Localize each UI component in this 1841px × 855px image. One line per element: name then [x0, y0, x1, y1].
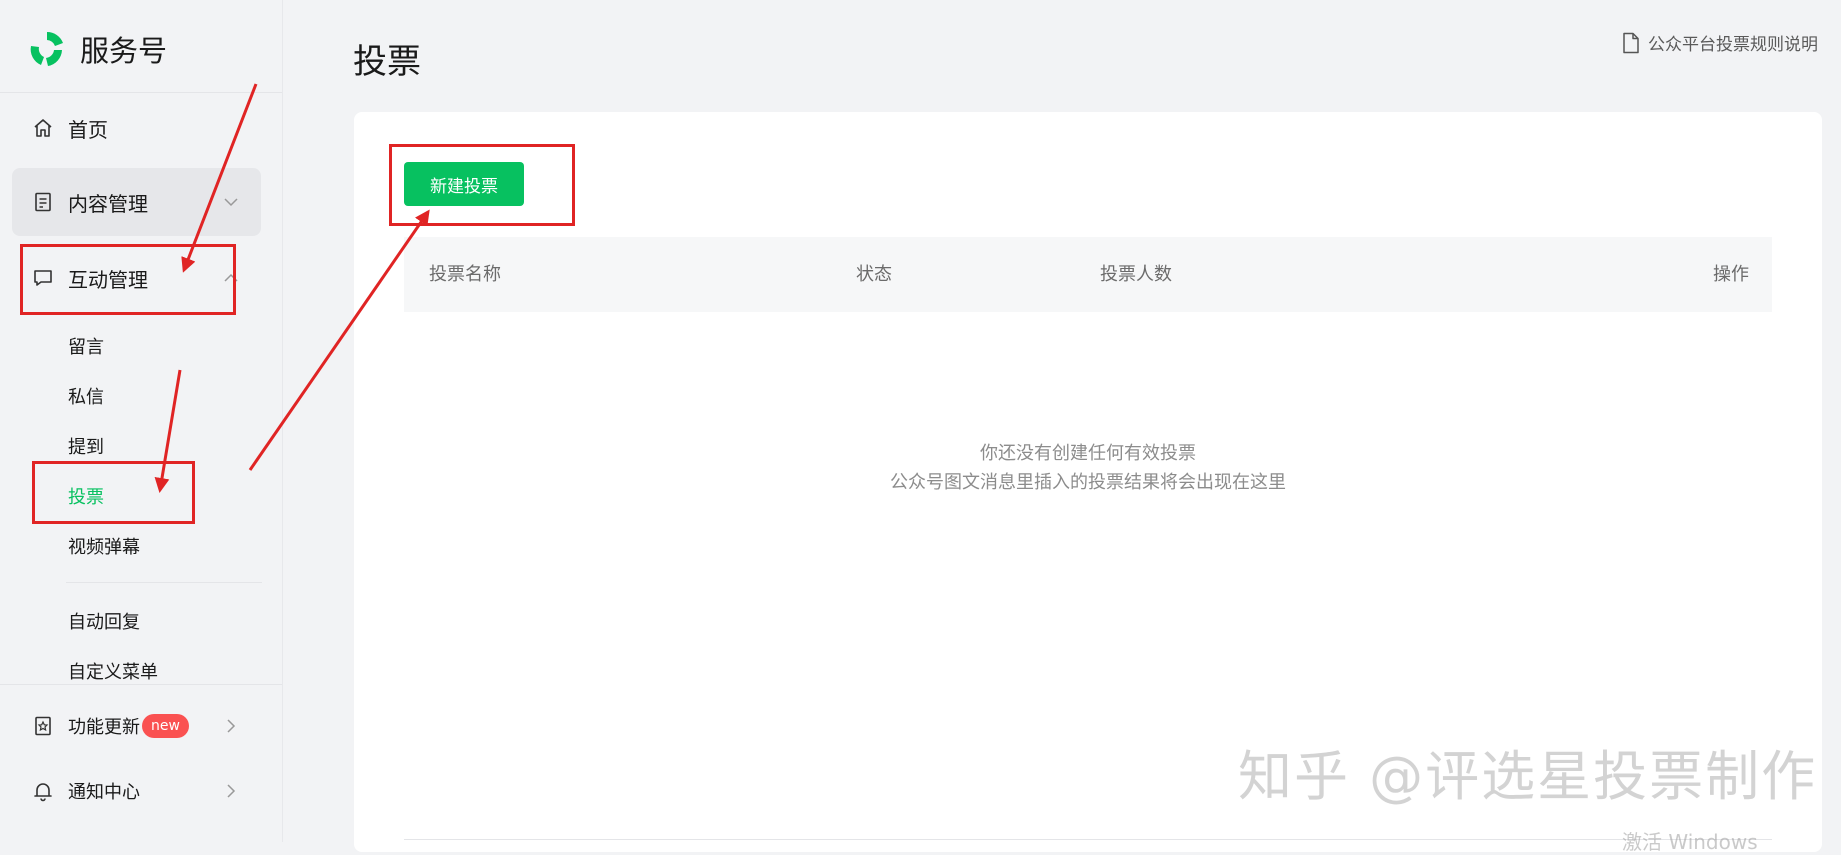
- annotation-box-new-vote: [389, 144, 575, 226]
- empty-state-title: 你还没有创建任何有效投票: [980, 443, 1196, 464]
- sidebar-divider: [0, 684, 282, 685]
- chevron-down-icon[interactable]: [222, 193, 240, 211]
- brand[interactable]: 服务号: [26, 28, 167, 70]
- watermark: 知乎 @评选星投票制作: [1238, 745, 1818, 808]
- feature-update-icon: [32, 715, 54, 737]
- document-icon: [32, 191, 54, 213]
- table-divider: [404, 839, 1772, 840]
- sidebar-item-notifications[interactable]: 通知中心: [0, 779, 282, 803]
- column-header-vote-name: 投票名称: [429, 264, 501, 285]
- sidebar-subitem-mentions[interactable]: 提到: [68, 433, 104, 459]
- table-header: [404, 237, 1772, 312]
- service-account-logo-icon: [30, 31, 63, 66]
- vote-rules-label: 公众平台投票规则说明: [1648, 35, 1818, 55]
- chevron-right-icon[interactable]: [222, 782, 240, 800]
- windows-activation-watermark: 激活 Windows: [1622, 830, 1758, 854]
- empty-state-description: 公众号图文消息里插入的投票结果将会出现在这里: [890, 472, 1286, 493]
- annotation-box-interaction: [20, 244, 236, 315]
- sidebar: 服务号 首页 内容管理 互动管理 留言 私信 提到 投票 视频弹幕 自动回复 自…: [0, 0, 283, 842]
- new-badge: new: [142, 714, 189, 738]
- sidebar-subitem-comments[interactable]: 留言: [68, 333, 104, 359]
- page-title: 投票: [353, 42, 421, 82]
- sidebar-subitem-messages[interactable]: 私信: [68, 383, 104, 409]
- sidebar-item-label: 首页: [68, 117, 108, 142]
- sidebar-item-label: 内容管理: [68, 191, 148, 216]
- sidebar-subitem-auto-reply[interactable]: 自动回复: [68, 608, 140, 634]
- home-icon: [32, 117, 54, 139]
- sidebar-divider: [0, 92, 282, 93]
- document-icon: [1623, 32, 1639, 53]
- annotation-box-vote: [32, 461, 195, 524]
- sidebar-divider: [66, 582, 262, 583]
- sidebar-item-home[interactable]: 首页: [0, 116, 282, 142]
- column-header-voters: 投票人数: [1100, 264, 1172, 285]
- sidebar-item-label: 通知中心: [68, 782, 140, 803]
- column-header-actions: 操作: [1713, 264, 1749, 285]
- sidebar-subitem-video-danmaku[interactable]: 视频弹幕: [68, 533, 140, 559]
- brand-name: 服务号: [80, 34, 168, 68]
- sidebar-item-label: 功能更新: [68, 717, 140, 738]
- column-header-status: 状态: [856, 264, 892, 285]
- sidebar-subitem-custom-menu[interactable]: 自定义菜单: [68, 658, 158, 684]
- bell-icon: [32, 780, 54, 802]
- chevron-right-icon[interactable]: [222, 717, 240, 735]
- sidebar-item-feature-updates[interactable]: 功能更新: [0, 714, 282, 738]
- sidebar-item-content[interactable]: 内容管理: [0, 190, 282, 216]
- vote-rules-link[interactable]: 公众平台投票规则说明: [1622, 30, 1818, 55]
